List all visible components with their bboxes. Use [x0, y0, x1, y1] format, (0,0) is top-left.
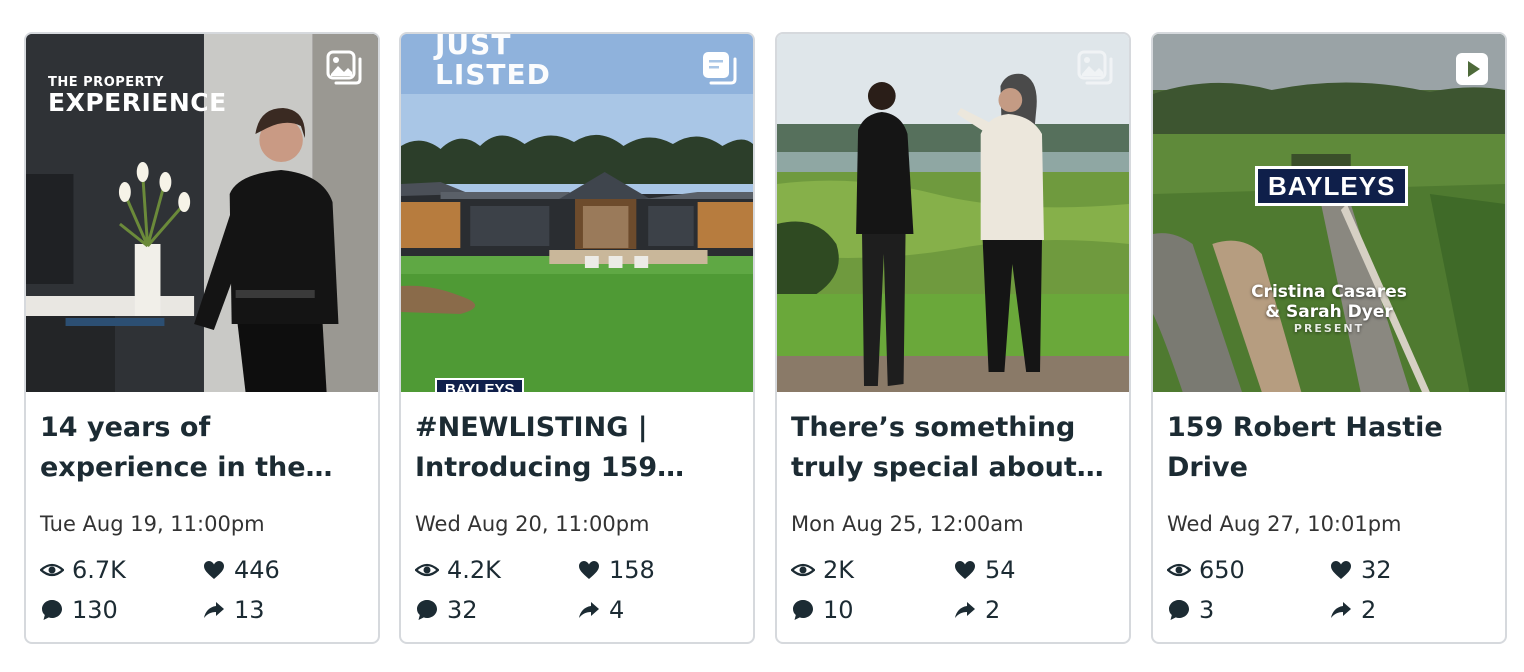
shares-count: 2 — [1361, 596, 1377, 624]
eye-icon — [791, 563, 815, 577]
brand-logo: BAYLEYS — [1255, 166, 1409, 206]
post-stats: 650 32 3 2 — [1167, 554, 1487, 634]
views-count: 2K — [823, 556, 855, 584]
overlay-title: JUST LISTED — [435, 34, 551, 91]
comment-icon — [793, 600, 813, 620]
post-grid: THE PROPERTY EXPERIENCE 14 years of expe… — [0, 0, 1524, 672]
post-title: There’s something truly special about… — [791, 412, 1104, 483]
overlay-caption: Cristina Casares & Sarah Dyer PRESENT — [1251, 282, 1407, 335]
carousel-icon — [326, 50, 362, 85]
shares-count: 13 — [234, 596, 265, 624]
shares-stat: 2 — [1329, 594, 1376, 626]
shares-stat: 4 — [577, 594, 624, 626]
post-card[interactable]: THE PROPERTY EXPERIENCE 14 years of expe… — [24, 32, 380, 644]
post-title: 14 years of experience in the real estat… — [40, 412, 306, 483]
comments-count: 130 — [72, 596, 118, 624]
likes-count: 54 — [985, 556, 1016, 584]
post-date: Tue Aug 19, 11:00pm — [40, 512, 265, 536]
likes-stat: 158 — [577, 554, 655, 586]
post-thumbnail[interactable] — [777, 34, 1129, 392]
post-thumbnail[interactable]: BAYLEYS Cristina Casares & Sarah Dyer PR… — [1153, 34, 1505, 392]
post-thumbnail[interactable]: JUST LISTED BAYLEYS — [401, 34, 753, 392]
views-stat: 650 — [1167, 554, 1245, 586]
post-stats: 4.2K 158 32 4 — [415, 554, 735, 634]
share-icon — [955, 602, 975, 618]
likes-stat: 54 — [953, 554, 1016, 586]
post-card[interactable]: BAYLEYS Cristina Casares & Sarah Dyer PR… — [1151, 32, 1507, 644]
views-stat: 2K — [791, 554, 854, 586]
eye-icon — [415, 563, 439, 577]
heart-icon — [1331, 561, 1351, 579]
share-icon — [1331, 602, 1351, 618]
comments-count: 10 — [823, 596, 854, 624]
likes-count: 32 — [1361, 556, 1392, 584]
heart-icon — [579, 561, 599, 579]
views-count: 6.7K — [72, 556, 126, 584]
comments-stat: 10 — [791, 594, 854, 626]
post-stats: 2K 54 10 2 — [791, 554, 1111, 634]
comments-count: 32 — [447, 596, 478, 624]
views-stat: 4.2K — [415, 554, 501, 586]
post-date: Wed Aug 20, 11:00pm — [415, 512, 650, 536]
likes-count: 158 — [609, 556, 655, 584]
post-date: Mon Aug 25, 12:00am — [791, 512, 1024, 536]
likes-stat: 32 — [1329, 554, 1392, 586]
comments-stat: 32 — [415, 594, 478, 626]
shares-stat: 13 — [202, 594, 265, 626]
comments-stat: 130 — [40, 594, 118, 626]
post-title: #NEWLISTING | Introducing 159… — [415, 412, 685, 483]
comment-icon — [42, 600, 62, 620]
shares-stat: 2 — [953, 594, 1000, 626]
post-stats: 6.7K 446 130 13 — [40, 554, 360, 634]
eye-icon — [1167, 563, 1191, 577]
comment-icon — [1169, 600, 1189, 620]
post-date: Wed Aug 27, 10:01pm — [1167, 512, 1402, 536]
heart-icon — [955, 561, 975, 579]
views-stat: 6.7K — [40, 554, 126, 586]
heart-icon — [204, 561, 224, 579]
share-icon — [579, 602, 599, 618]
views-count: 4.2K — [447, 556, 501, 584]
likes-count: 446 — [234, 556, 280, 584]
comments-count: 3 — [1199, 596, 1215, 624]
video-icon — [1456, 53, 1488, 85]
shares-count: 4 — [609, 596, 625, 624]
likes-stat: 446 — [202, 554, 280, 586]
views-count: 650 — [1199, 556, 1245, 584]
carousel-icon — [1077, 50, 1113, 85]
comment-icon — [417, 600, 437, 620]
post-card[interactable]: There’s something truly special about… M… — [775, 32, 1131, 644]
shares-count: 2 — [985, 596, 1001, 624]
brand-logo: BAYLEYS — [435, 378, 525, 392]
post-title: 159 Robert Hastie Drive — [1167, 412, 1443, 483]
overlay-title: EXPERIENCE — [48, 88, 227, 117]
eye-icon — [40, 563, 64, 577]
post-card[interactable]: JUST LISTED BAYLEYS #NEWLISTING | Introd… — [399, 32, 755, 644]
carousel-icon — [703, 52, 737, 85]
share-icon — [204, 602, 224, 618]
comments-stat: 3 — [1167, 594, 1214, 626]
post-thumbnail[interactable]: THE PROPERTY EXPERIENCE — [26, 34, 378, 392]
